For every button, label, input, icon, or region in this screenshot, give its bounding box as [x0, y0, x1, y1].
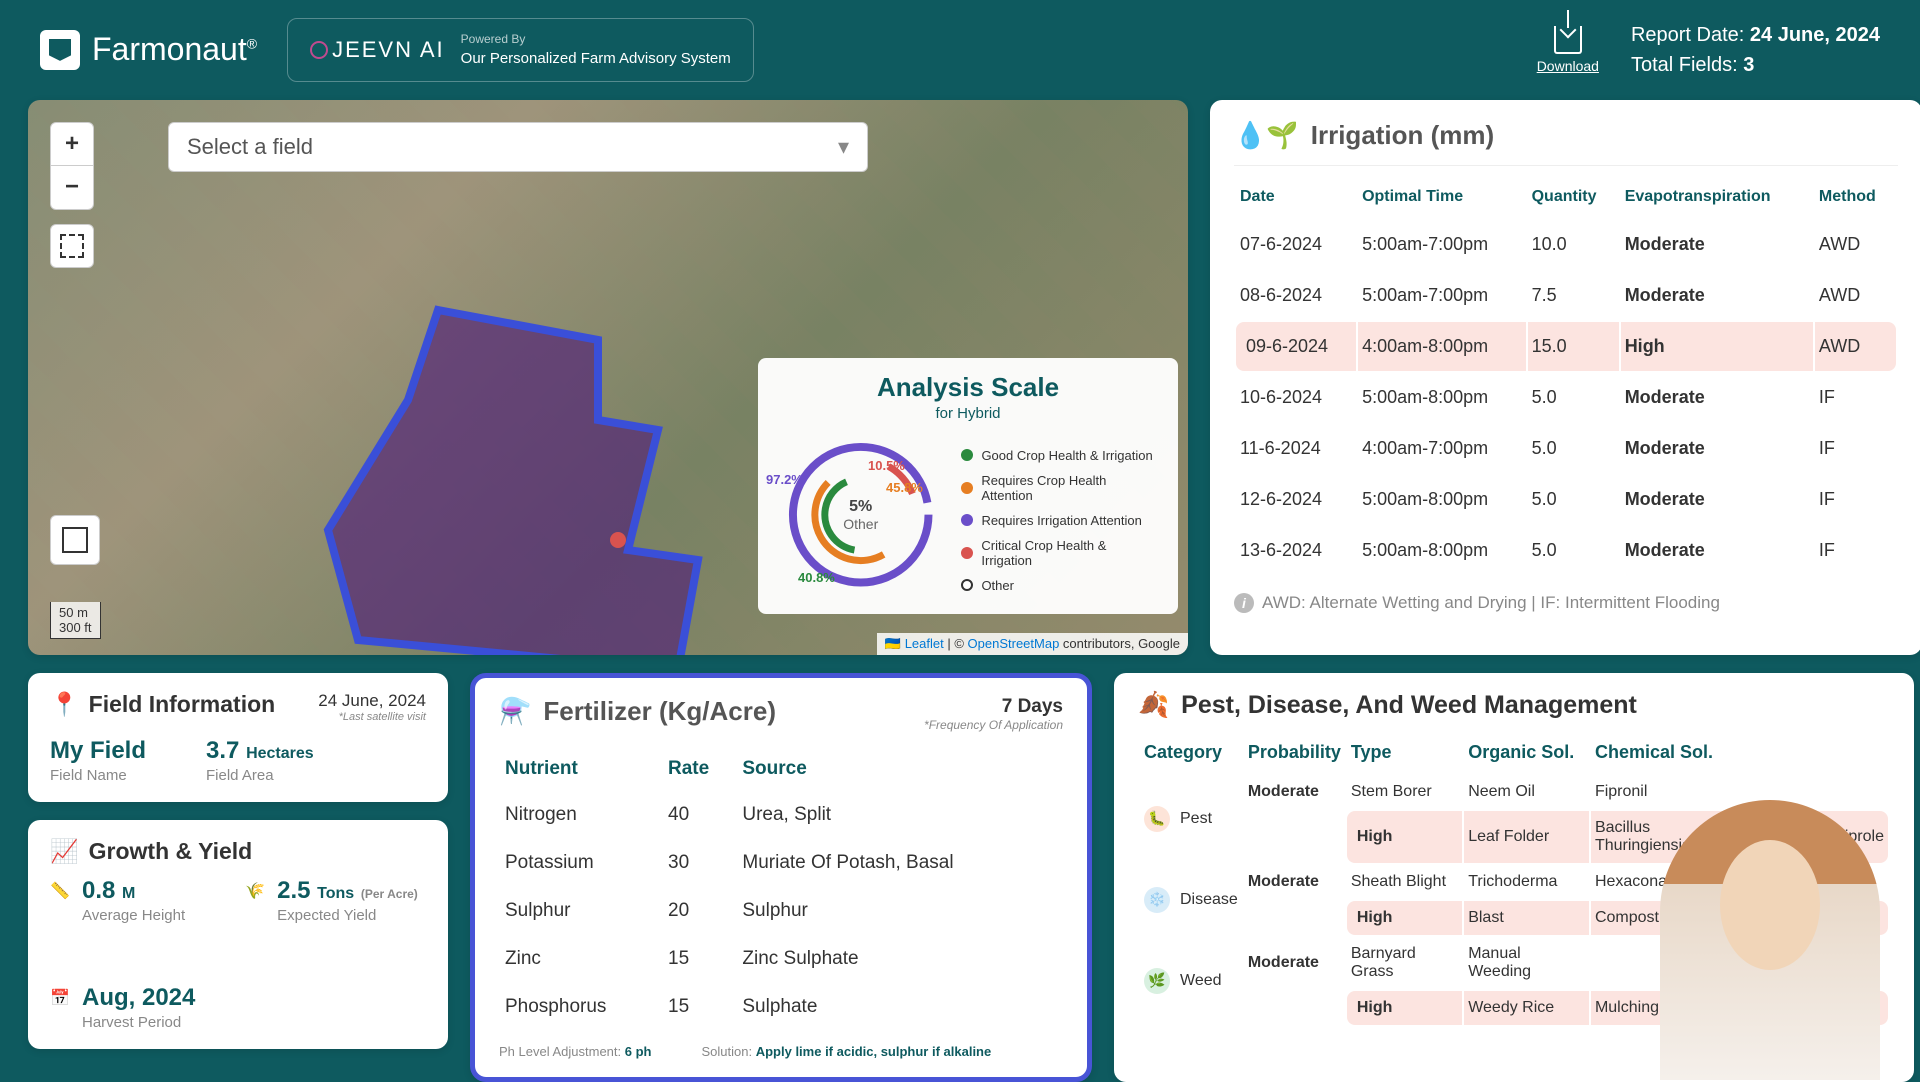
layers-button[interactable] — [50, 515, 100, 565]
calendar-icon: 📅 — [50, 988, 72, 1010]
leaf-icon: 🍂 — [1138, 691, 1169, 720]
irrigation-row: 12-6-20245:00am-8:00pm5.0ModerateIF — [1236, 475, 1896, 524]
analysis-legend: Good Crop Health & Irrigation Requires C… — [961, 448, 1160, 600]
fertilizer-row: Zinc15Zinc Sulphate — [501, 936, 1061, 982]
map-panel[interactable]: + − 50 m300 ft Select a field Analysis S… — [28, 100, 1188, 655]
field-select-dropdown[interactable]: Select a field — [168, 122, 868, 172]
zoom-out-button[interactable]: − — [50, 166, 94, 210]
avg-height-value: 0.8 M — [82, 877, 185, 905]
yield-value: 2.5 Tons (Per Acre) — [277, 877, 418, 905]
zoom-in-button[interactable]: + — [50, 122, 94, 166]
brand-logo-icon — [40, 30, 80, 70]
irrigation-row: 07-6-20245:00am-7:00pm10.0ModerateAWD — [1236, 220, 1896, 269]
brand-name: Farmonaut® — [92, 31, 257, 68]
irrigation-title: 💧🌱 Irrigation (mm) — [1234, 120, 1898, 166]
flask-icon: ⚗️ — [499, 696, 531, 727]
jeevn-circle-icon — [310, 41, 328, 59]
fertilizer-row: Phosphorus15Sulphate — [501, 984, 1061, 1030]
growth-yield-panel: 📈Growth & Yield 📏 0.8 M Average Height 🌾… — [28, 820, 448, 1049]
field-info-date: 24 June, 2024*Last satellite visit — [318, 691, 426, 723]
irrigation-row: 08-6-20245:00am-7:00pm7.5ModerateAWD — [1236, 271, 1896, 320]
growth-arrow-icon: 📈 — [50, 838, 79, 865]
analysis-title: Analysis Scale — [776, 372, 1160, 403]
header-right: Download Report Date: 24 June, 2024 Tota… — [1537, 20, 1880, 80]
report-info: Report Date: 24 June, 2024 Total Fields:… — [1631, 20, 1880, 80]
jeevn-tagline: Powered By Our Personalized Farm Advisor… — [461, 31, 731, 69]
pest-icon: 🐛 — [1144, 806, 1170, 832]
irrigation-row: 10-6-20245:00am-8:00pm5.0ModerateIF — [1236, 373, 1896, 422]
ruler-icon: 📏 — [50, 881, 72, 903]
irrigation-row: 09-6-20244:00am-8:00pm15.0HighAWD — [1236, 322, 1896, 371]
field-name-value: My Field — [50, 737, 146, 765]
disease-icon: ❄️ — [1144, 887, 1170, 913]
analysis-donut-chart: 5% Other 97.2% 10.5% 45.8% 40.8% — [776, 430, 945, 600]
map-scale: 50 m300 ft — [50, 602, 101, 639]
fertilizer-panel: ⚗️Fertilizer (Kg/Acre) 7 Days*Frequency … — [470, 673, 1092, 1082]
irrigation-footnote: i AWD: Alternate Wetting and Drying | IF… — [1234, 593, 1898, 613]
donut-center: 5% Other — [843, 498, 878, 532]
map-zoom-controls: + − — [50, 122, 94, 268]
field-info-panel: 📍Field Information 24 June, 2024*Last sa… — [28, 673, 448, 802]
info-icon: i — [1234, 593, 1254, 613]
osm-link[interactable]: OpenStreetMap — [968, 636, 1060, 651]
jeevn-logo: JEEVN AI — [310, 37, 445, 63]
download-label: Download — [1537, 58, 1599, 74]
assistant-avatar — [1660, 800, 1880, 1080]
field-area-value: 3.7 Hectares — [206, 737, 314, 765]
analysis-scale-panel: Analysis Scale for Hybrid 5% Other 97.2% — [758, 358, 1178, 614]
map-attribution: 🇺🇦 Leaflet | © OpenStreetMap contributor… — [877, 633, 1188, 655]
field-info-title: 📍Field Information — [50, 691, 275, 718]
fertilizer-title: ⚗️Fertilizer (Kg/Acre) — [499, 696, 776, 727]
fertilizer-frequency: 7 Days*Frequency Of Application — [924, 696, 1063, 732]
fertilizer-row: Potassium30Muriate Of Potash, Basal — [501, 840, 1061, 886]
fertilizer-row: Sulphur20Sulphur — [501, 888, 1061, 934]
brand-logo: Farmonaut® — [40, 30, 257, 70]
download-icon — [1554, 26, 1582, 54]
fullscreen-button[interactable] — [50, 224, 94, 268]
jeevn-box: JEEVN AI Powered By Our Personalized Far… — [287, 18, 754, 82]
irrigation-panel: 💧🌱 Irrigation (mm) Date Optimal Time Qua… — [1210, 100, 1920, 655]
growth-title: 📈Growth & Yield — [50, 838, 426, 865]
pest-title: 🍂Pest, Disease, And Weed Management — [1138, 691, 1890, 730]
harvest-value: Aug, 2024 — [82, 984, 195, 1012]
weed-icon: 🌿 — [1144, 968, 1170, 994]
download-button[interactable]: Download — [1537, 26, 1599, 74]
irrigation-icon: 💧🌱 — [1234, 120, 1299, 151]
fertilizer-table: Nutrient Rate Source Nitrogen40Urea, Spl… — [499, 746, 1063, 1032]
fertilizer-row: Nitrogen40Urea, Split — [501, 792, 1061, 838]
irrigation-table: Date Optimal Time Quantity Evapotranspir… — [1234, 174, 1898, 577]
leaflet-link[interactable]: Leaflet — [905, 636, 944, 651]
irrigation-row: 11-6-20244:00am-7:00pm5.0ModerateIF — [1236, 424, 1896, 473]
location-pin-icon: 📍 — [50, 691, 79, 718]
analysis-subtitle: for Hybrid — [776, 405, 1160, 422]
field-icon: 🌾 — [245, 881, 267, 903]
fertilizer-footnote: Ph Level Adjustment: 6 ph Solution: Appl… — [499, 1044, 1063, 1059]
header: Farmonaut® JEEVN AI Powered By Our Perso… — [0, 0, 1920, 100]
irrigation-row: 13-6-20245:00am-8:00pm5.0ModerateIF — [1236, 526, 1896, 575]
field-polygon[interactable] — [318, 300, 758, 655]
